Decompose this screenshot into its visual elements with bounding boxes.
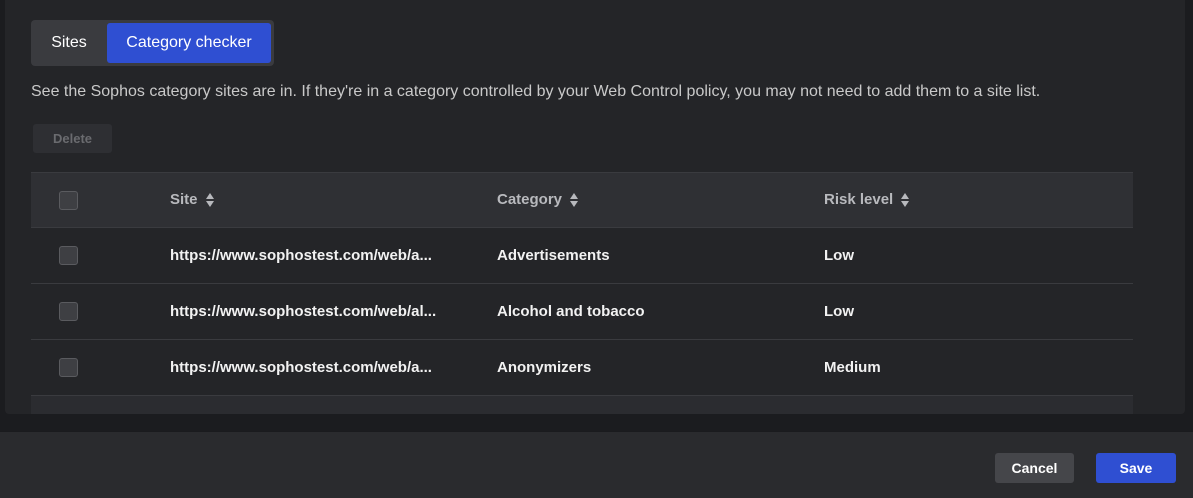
site-cell: https://www.sophostest.com/web/al... [170, 303, 437, 320]
table-header: Site Category Risk level [31, 172, 1133, 227]
column-header-site[interactable]: Site [170, 191, 497, 208]
risk-level-cell: Low [824, 303, 854, 320]
view-toggle: Sites Category checker [31, 20, 274, 66]
sort-icon [901, 192, 910, 208]
dialog-footer: Cancel Save [0, 431, 1193, 498]
row-checkbox[interactable] [59, 358, 78, 377]
table-row-partial [31, 395, 1133, 414]
site-cell: https://www.sophostest.com/web/a... [170, 359, 432, 376]
sort-icon [205, 192, 214, 208]
row-checkbox[interactable] [59, 302, 78, 321]
table-row: https://www.sophostest.com/web/a... Anon… [31, 339, 1133, 395]
sites-table: Site Category Risk level https://www.sop… [31, 172, 1133, 414]
column-header-risk-level[interactable]: Risk level [824, 191, 1124, 208]
category-checker-panel: Sites Category checker See the Sophos ca… [5, 0, 1185, 414]
tab-sites[interactable]: Sites [34, 23, 104, 63]
category-cell: Anonymizers [497, 359, 592, 376]
risk-level-cell: Medium [824, 359, 881, 376]
save-button[interactable]: Save [1096, 453, 1176, 483]
tab-category-checker[interactable]: Category checker [107, 23, 271, 63]
site-cell: https://www.sophostest.com/web/a... [170, 247, 432, 264]
risk-level-cell: Low [824, 247, 854, 264]
column-header-category[interactable]: Category [497, 191, 824, 208]
description-text: See the Sophos category sites are in. If… [31, 83, 1041, 100]
cancel-button[interactable]: Cancel [995, 453, 1074, 483]
delete-button[interactable]: Delete [33, 124, 112, 153]
sort-icon [570, 192, 579, 208]
select-all-checkbox[interactable] [59, 190, 78, 210]
row-checkbox[interactable] [59, 246, 78, 265]
table-row: https://www.sophostest.com/web/a... Adve… [31, 227, 1133, 283]
category-cell: Alcohol and tobacco [497, 303, 645, 320]
table-row: https://www.sophostest.com/web/al... Alc… [31, 283, 1133, 339]
category-cell: Advertisements [497, 247, 610, 264]
